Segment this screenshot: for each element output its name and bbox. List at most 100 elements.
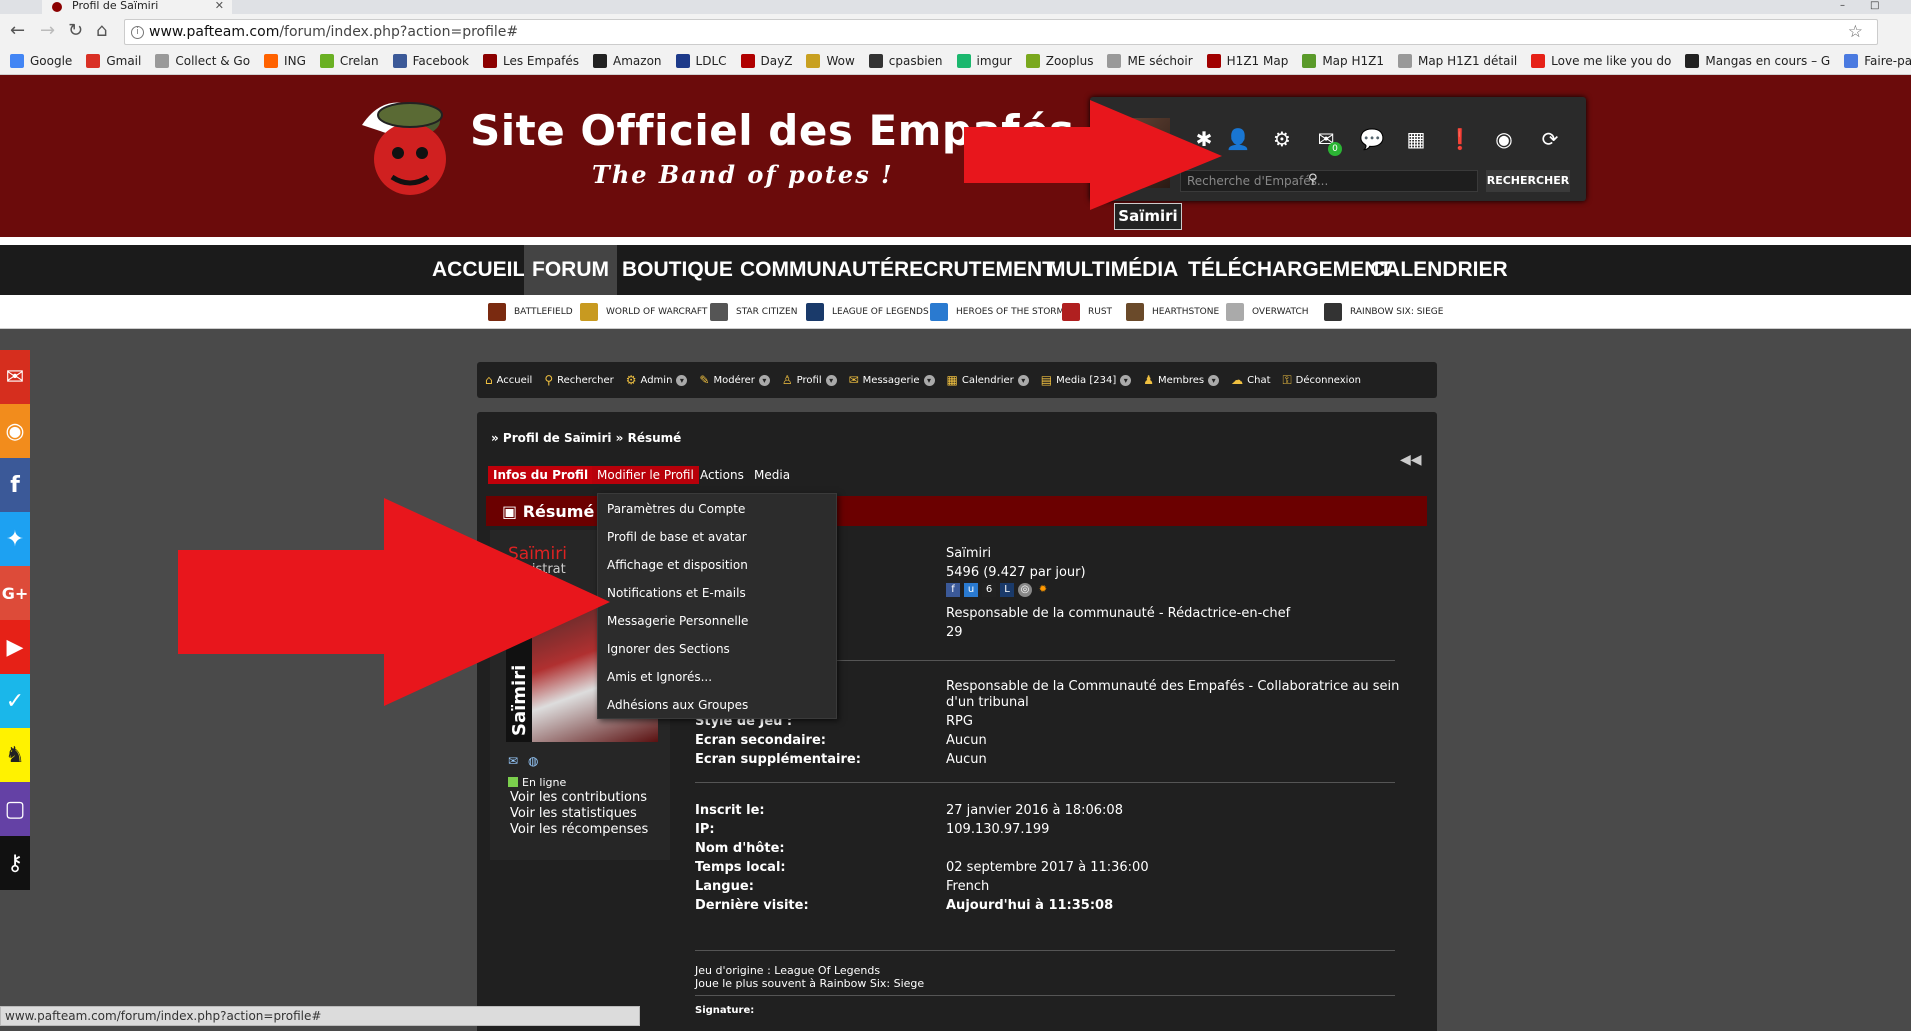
dropdown-item[interactable]: Messagerie Personnelle: [607, 614, 748, 628]
address-bar[interactable]: i www.pafteam.com/forum/index.php?action…: [124, 19, 1878, 45]
calendar-icon[interactable]: ▦: [1400, 124, 1432, 154]
bookmark-item[interactable]: Google: [10, 54, 72, 68]
main-nav-item[interactable]: BOUTIQUE: [614, 245, 741, 295]
bookmark-item[interactable]: H1Z1 Map: [1206, 54, 1288, 68]
bookmark-item[interactable]: imgur: [956, 54, 1012, 68]
dropdown-item[interactable]: Affichage et disposition: [607, 558, 748, 572]
bookmark-item[interactable]: Map H1Z1: [1302, 54, 1384, 68]
bookmark-item[interactable]: ING: [264, 54, 306, 68]
chevron-down-icon[interactable]: ▾: [758, 374, 770, 386]
main-nav-item[interactable]: MULTIMÉDIA: [1040, 245, 1186, 295]
dropdown-item[interactable]: Profil de base et avatar: [607, 530, 747, 544]
view-stats-link[interactable]: Voir les statistiques: [510, 806, 637, 821]
bookmark-item[interactable]: ME séchoir: [1107, 54, 1193, 68]
dropdown-item[interactable]: Paramètres du Compte: [607, 502, 745, 516]
lol-icon[interactable]: L: [1000, 583, 1014, 597]
site-logo[interactable]: [352, 95, 464, 207]
breadcrumb[interactable]: » Profil de Saïmiri » Résumé: [491, 431, 681, 445]
forum-nav-item[interactable]: ▤ Media [234] ▾: [1041, 373, 1132, 387]
youtube-icon[interactable]: ▶: [0, 620, 30, 674]
gear-icon[interactable]: ⚙: [1266, 124, 1298, 154]
tab-actions[interactable]: Actions: [695, 466, 749, 484]
main-nav-item[interactable]: CALENDRIER: [1362, 245, 1516, 295]
chat-icon[interactable]: 💬: [1356, 124, 1388, 154]
forum-nav-item[interactable]: ☁ Chat: [1231, 373, 1270, 387]
game-link[interactable]: RUST: [1062, 303, 1112, 321]
game-link[interactable]: WORLD OF WARCRAFT: [580, 303, 707, 321]
reload-icon[interactable]: ↻: [68, 22, 83, 40]
game-link[interactable]: LEAGUE OF LEGENDS: [806, 303, 929, 321]
skype-icon[interactable]: ◍: [528, 754, 538, 768]
game-link[interactable]: BATTLEFIELD: [488, 303, 573, 321]
hearthstone-icon[interactable]: ✹: [1036, 583, 1050, 597]
main-nav-item[interactable]: FORUM: [524, 245, 617, 295]
tab-close-icon[interactable]: ✕: [215, 0, 224, 12]
eye-slash-icon[interactable]: ◉: [1488, 124, 1520, 154]
chevron-down-icon[interactable]: ▾: [1017, 374, 1029, 386]
refresh-icon[interactable]: ⟳: [1534, 124, 1566, 154]
forum-nav-item[interactable]: ✉ Messagerie ▾: [849, 373, 935, 387]
game-link[interactable]: RAINBOW SIX: SIEGE: [1324, 303, 1443, 321]
forum-nav-item[interactable]: ⌂ Accueil: [485, 373, 532, 387]
send-mail-icon[interactable]: ✉: [508, 754, 518, 768]
facebook-icon[interactable]: f: [0, 458, 30, 512]
chevron-down-icon[interactable]: ▾: [923, 374, 935, 386]
chevron-down-icon[interactable]: ▾: [1208, 374, 1220, 386]
rss-icon[interactable]: ◉: [0, 404, 30, 458]
bookmark-star-icon[interactable]: ☆: [1848, 20, 1863, 44]
forum-nav-item[interactable]: ✎ Modérer ▾: [699, 373, 770, 387]
forum-nav-item[interactable]: ♙ Profil ▾: [782, 373, 837, 387]
bookmark-item[interactable]: Facebook: [392, 54, 469, 68]
tab-edit-profile[interactable]: Modifier le Profil: [592, 466, 699, 484]
chevron-down-icon[interactable]: ▾: [676, 374, 688, 386]
overwatch-icon[interactable]: ◎: [1018, 583, 1032, 597]
chevron-down-icon[interactable]: ▾: [825, 374, 837, 386]
alert-icon[interactable]: ❗: [1444, 124, 1476, 154]
uplay-icon[interactable]: u: [964, 583, 978, 597]
twitter-icon[interactable]: ✦: [0, 512, 30, 566]
bookmark-item[interactable]: LDLC: [675, 54, 727, 68]
bookmark-item[interactable]: cpasbien: [868, 54, 943, 68]
google-plus-icon[interactable]: G+: [0, 566, 30, 620]
game-link[interactable]: OVERWATCH: [1226, 303, 1309, 321]
search-button[interactable]: RECHERCHER: [1486, 170, 1570, 192]
bookmark-item[interactable]: Crelan: [319, 54, 379, 68]
game-link[interactable]: HEROES OF THE STORM: [930, 303, 1064, 321]
main-nav-item[interactable]: COMMUNAUTÉ: [732, 245, 902, 295]
twitch-icon[interactable]: ▢: [0, 782, 30, 836]
bookmark-item[interactable]: Zooplus: [1025, 54, 1093, 68]
bookmark-item[interactable]: Faire-part Ben: [1844, 54, 1911, 68]
forum-nav-item[interactable]: ⚿ Déconnexion: [1283, 373, 1361, 388]
game-link[interactable]: HEARTHSTONE: [1126, 303, 1219, 321]
tab-profile-info[interactable]: Infos du Profil: [488, 466, 594, 484]
info-icon[interactable]: i: [131, 26, 144, 39]
search-icon[interactable]: ⚲: [1308, 172, 1318, 187]
bookmark-item[interactable]: Map H1Z1 détail: [1397, 54, 1517, 68]
bookmark-item[interactable]: Amazon: [593, 54, 662, 68]
main-nav-item[interactable]: RECRUTEMENT: [886, 245, 1063, 295]
forum-nav-item[interactable]: ♟ Membres ▾: [1143, 373, 1220, 387]
main-nav-item[interactable]: ACCUEIL: [424, 245, 533, 295]
snapchat-icon[interactable]: ♞: [0, 728, 30, 782]
forum-nav-item[interactable]: ⚲ Rechercher: [544, 373, 613, 387]
steam-icon[interactable]: ⚷: [0, 836, 30, 890]
view-rewards-link[interactable]: Voir les récompenses: [510, 822, 648, 837]
collapse-icon[interactable]: ◀◀: [1400, 452, 1422, 468]
back-icon[interactable]: ←: [10, 22, 25, 40]
bookmark-item[interactable]: Mangas en cours – G: [1685, 54, 1830, 68]
dropdown-item[interactable]: Adhésions aux Groupes: [607, 698, 748, 712]
view-posts-link[interactable]: Voir les contributions: [510, 790, 647, 805]
bookmark-item[interactable]: Collect & Go: [155, 54, 250, 68]
maximize-icon[interactable]: □: [1870, 0, 1879, 11]
dropdown-item[interactable]: Amis et Ignorés...: [607, 670, 712, 684]
game-link[interactable]: STAR CITIZEN: [710, 303, 797, 321]
bookmark-item[interactable]: DayZ: [740, 54, 792, 68]
tab-media[interactable]: Media: [749, 466, 795, 484]
rainbow-icon[interactable]: 6: [982, 583, 996, 597]
bookmark-item[interactable]: Les Empafés: [483, 54, 579, 68]
mail-icon[interactable]: ✉: [0, 350, 30, 404]
vimeo-icon[interactable]: ✓: [0, 674, 30, 728]
dropdown-item[interactable]: Ignorer des Sections: [607, 642, 730, 656]
bookmark-item[interactable]: Gmail: [86, 54, 141, 68]
bookmark-item[interactable]: Love me like you do: [1531, 54, 1671, 68]
